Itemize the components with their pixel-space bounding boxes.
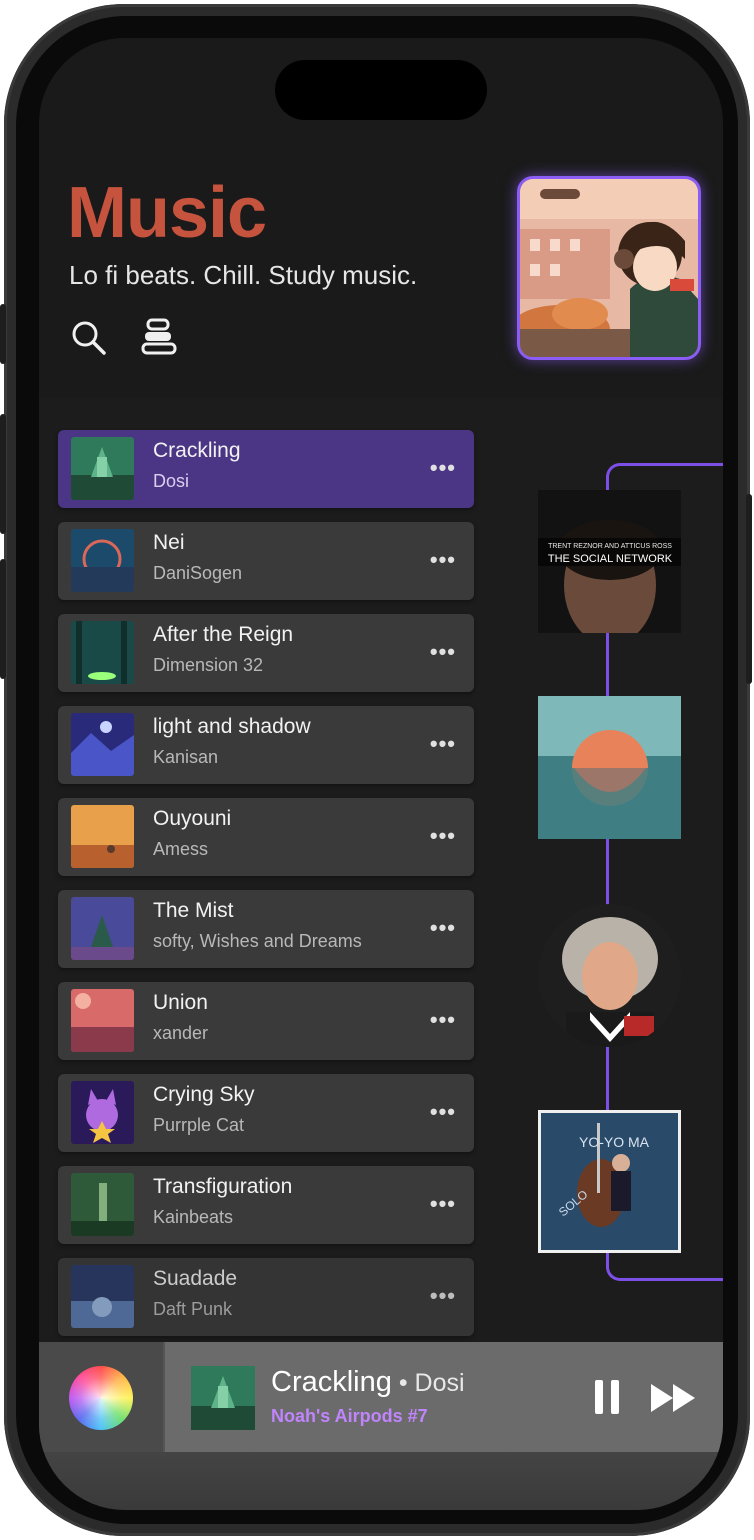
phone-frame: Music Lo fi beats. Chill. Study music. C…	[0, 4, 752, 1536]
page-subtitle: Lo fi beats. Chill. Study music.	[69, 260, 418, 290]
track-artwork	[71, 621, 134, 684]
track-artist: Daft Punk	[153, 1299, 233, 1319]
now-playing-title: Crackling	[271, 1366, 392, 1398]
library-stack-icon[interactable]	[139, 318, 179, 358]
track-artwork	[71, 529, 134, 592]
volume-down-button	[0, 559, 6, 679]
track-artwork	[71, 805, 134, 868]
album-artist-text: YO-YO MA	[579, 1134, 650, 1150]
more-options-icon[interactable]: •••	[430, 1283, 456, 1309]
dynamic-island	[275, 60, 487, 120]
page-title: Music	[67, 173, 267, 253]
track-artwork	[71, 1265, 134, 1328]
power-button	[746, 494, 752, 684]
album-yo-yo-ma-solo[interactable]: YO-YO MA SOLO	[538, 1110, 681, 1253]
more-options-icon[interactable]: •••	[430, 1007, 456, 1033]
track-title: Suadade	[153, 1267, 238, 1290]
more-options-icon[interactable]: •••	[430, 1191, 456, 1217]
track-row[interactable]: Transfiguration Kainbeats •••	[58, 1166, 474, 1244]
track-artwork	[71, 437, 134, 500]
search-icon[interactable]	[69, 318, 109, 358]
track-artwork	[71, 897, 134, 960]
track-artist: DaniSogen	[153, 563, 243, 583]
track-artwork	[71, 1081, 134, 1144]
track-artist: Dimension 32	[153, 655, 264, 675]
more-options-icon[interactable]: •••	[430, 823, 456, 849]
more-options-icon[interactable]: •••	[430, 455, 456, 481]
track-artist: Purrple Cat	[153, 1115, 245, 1135]
now-playing-artist: Dosi	[414, 1369, 465, 1397]
track-artist: Dosi	[153, 471, 190, 491]
track-artwork	[71, 713, 134, 776]
track-row[interactable]: Suadade Daft Punk •••	[58, 1258, 474, 1336]
track-title: The Mist	[153, 899, 234, 922]
track-title: Transfiguration	[153, 1175, 293, 1198]
volume-up-button	[0, 414, 6, 534]
more-options-icon[interactable]: •••	[430, 639, 456, 665]
now-playing-artwork	[191, 1366, 255, 1430]
album-sunset-reflection[interactable]	[538, 696, 681, 839]
track-title: Nei	[153, 531, 185, 554]
more-options-icon[interactable]: •••	[430, 731, 456, 757]
color-wheel-icon[interactable]	[69, 1366, 133, 1430]
track-artist: Amess	[153, 839, 209, 859]
track-row[interactable]: Crying Sky Purrple Cat •••	[58, 1074, 474, 1152]
screen: Music Lo fi beats. Chill. Study music. C…	[39, 38, 723, 1510]
featured-cover-art[interactable]	[517, 176, 701, 360]
album-credit-text: TRENT REZNOR AND ATTICUS ROSS	[548, 543, 672, 550]
track-row[interactable]: The Mist softy, Wishes and Dreams •••	[58, 890, 474, 968]
more-options-icon[interactable]: •••	[430, 547, 456, 573]
track-artist: softy, Wishes and Dreams	[153, 931, 362, 951]
track-title: After the Reign	[153, 623, 294, 646]
skip-forward-icon[interactable]	[651, 1384, 697, 1412]
track-row[interactable]: Union xander •••	[58, 982, 474, 1060]
now-playing-panel[interactable]: Crackling • Dosi Noah's Airpods #7	[163, 1342, 723, 1452]
track-artist: xander	[153, 1023, 209, 1043]
album-social-network[interactable]: TRENT REZNOR AND ATTICUS ROSS THE SOCIAL…	[538, 490, 681, 633]
more-options-icon[interactable]: •••	[430, 915, 456, 941]
now-playing-separator: •	[391, 1369, 415, 1397]
track-row[interactable]: Nei DaniSogen •••	[58, 522, 474, 600]
pause-icon[interactable]	[593, 1380, 623, 1414]
track-artist: Kanisan	[153, 747, 219, 767]
track-title: Ouyouni	[153, 807, 232, 830]
track-artist: Kainbeats	[153, 1207, 234, 1227]
track-row[interactable]: Crackling Dosi •••	[58, 430, 474, 508]
album-title-text: THE SOCIAL NETWORK	[548, 553, 673, 565]
track-artwork	[71, 989, 134, 1052]
track-title: Crying Sky	[153, 1083, 255, 1106]
track-row[interactable]: light and shadow Kanisan •••	[58, 706, 474, 784]
track-title: Crackling	[153, 439, 241, 462]
track-row[interactable]: Ouyouni Amess •••	[58, 798, 474, 876]
mute-switch	[0, 304, 6, 364]
track-artwork	[71, 1173, 134, 1236]
now-playing-title-line: Crackling • Dosi	[271, 1366, 465, 1399]
more-options-icon[interactable]: •••	[430, 1099, 456, 1125]
track-row[interactable]: After the Reign Dimension 32 •••	[58, 614, 474, 692]
now-playing-bar: Crackling • Dosi Noah's Airpods #7	[39, 1342, 723, 1510]
track-title: light and shadow	[153, 715, 311, 738]
album-beethoven-portrait[interactable]	[538, 904, 681, 1047]
output-device-label[interactable]: Noah's Airpods #7	[271, 1406, 428, 1427]
player-left-panel	[39, 1342, 163, 1452]
track-title: Union	[153, 991, 208, 1014]
